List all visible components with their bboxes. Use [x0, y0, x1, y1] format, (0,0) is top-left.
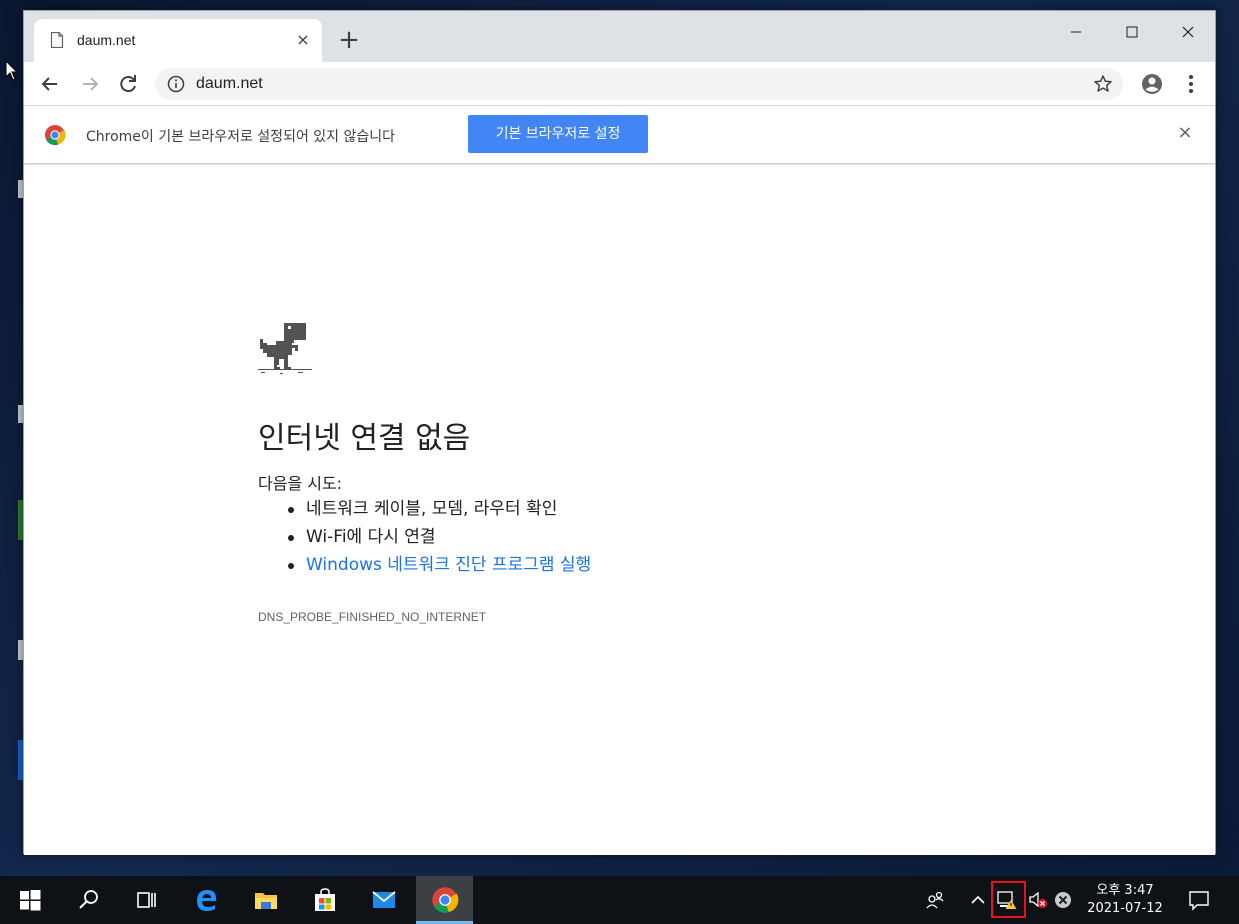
taskbar: 오후 3:47 2021-07-12: [0, 876, 1239, 924]
tab-strip: daum.net × +: [24, 11, 1215, 62]
task-view-icon[interactable]: [134, 888, 158, 912]
microsoft-store-icon[interactable]: [313, 888, 337, 912]
window-close-button[interactable]: [1165, 17, 1211, 47]
browser-toolbar: daum.net: [24, 62, 1215, 106]
people-icon[interactable]: [925, 890, 945, 910]
windows-start-icon[interactable]: [18, 888, 42, 912]
file-explorer-icon[interactable]: [254, 888, 278, 912]
chrome-taskbar-icon[interactable]: [431, 886, 459, 914]
suggestion-reconnect-wifi: Wi-Fi에 다시 연결: [286, 523, 591, 551]
offline-dino-icon: [258, 323, 312, 374]
forward-button[interactable]: [76, 70, 104, 98]
profile-avatar-icon[interactable]: [1140, 72, 1164, 96]
suggestion-list: 네트워크 케이블, 모뎀, 라우터 확인 Wi-Fi에 다시 연결 Window…: [286, 495, 591, 579]
chevron-up-icon[interactable]: [968, 890, 988, 910]
taskbar-clock[interactable]: 오후 3:47 2021-07-12: [1080, 882, 1170, 918]
error-code: DNS_PROBE_FINISHED_NO_INTERNET: [258, 610, 487, 624]
site-info-icon[interactable]: [167, 75, 185, 93]
edge-browser-icon[interactable]: [195, 888, 219, 912]
more-menu-icon[interactable]: [1181, 72, 1201, 96]
network-warning-icon[interactable]: [997, 890, 1017, 910]
page-icon: [50, 32, 64, 48]
status-error-icon[interactable]: [1053, 890, 1073, 910]
default-browser-infobar: Chrome이 기본 브라우저로 설정되어 있지 않습니다 기본 브라우저로 설…: [24, 107, 1215, 164]
tab-close-button[interactable]: ×: [294, 31, 312, 49]
maximize-button[interactable]: [1109, 17, 1155, 47]
tab-daum[interactable]: daum.net ×: [34, 19, 322, 62]
action-center-icon[interactable]: [1188, 889, 1210, 911]
suggestions-label: 다음을 시도:: [258, 474, 343, 493]
chrome-window: daum.net × + daum.net Chrome이 기본 브라우저로 설…: [23, 10, 1216, 855]
clock-date: 2021-07-12: [1087, 901, 1163, 916]
back-button[interactable]: [36, 70, 64, 98]
infobar-close-button[interactable]: ×: [1175, 123, 1195, 143]
reload-button[interactable]: [114, 70, 142, 98]
infobar-message: Chrome이 기본 브라우저로 설정되어 있지 않습니다: [86, 129, 396, 145]
mouse-cursor-icon: [5, 60, 19, 81]
bookmark-star-icon[interactable]: [1093, 74, 1113, 94]
set-default-browser-button[interactable]: 기본 브라우저로 설정: [468, 115, 648, 153]
volume-muted-icon[interactable]: [1028, 890, 1048, 910]
search-icon[interactable]: [77, 888, 101, 912]
clock-time: 오후 3:47: [1096, 883, 1154, 898]
chrome-logo-icon: [45, 125, 66, 145]
suggestion-check-cables: 네트워크 케이블, 모뎀, 라우터 확인: [286, 495, 591, 523]
address-bar-url: daum.net: [196, 75, 263, 92]
mail-icon[interactable]: [372, 888, 396, 912]
error-page: 인터넷 연결 없음 다음을 시도: 네트워크 케이블, 모뎀, 라우터 확인 W…: [24, 165, 1215, 855]
tab-title: daum.net: [77, 32, 136, 48]
new-tab-button[interactable]: +: [336, 27, 362, 54]
address-bar[interactable]: daum.net: [155, 68, 1123, 100]
run-network-diagnostics-link[interactable]: Windows 네트워크 진단 프로그램 실행: [286, 551, 591, 579]
minimize-button[interactable]: [1053, 17, 1099, 47]
error-title: 인터넷 연결 없음: [258, 421, 471, 456]
